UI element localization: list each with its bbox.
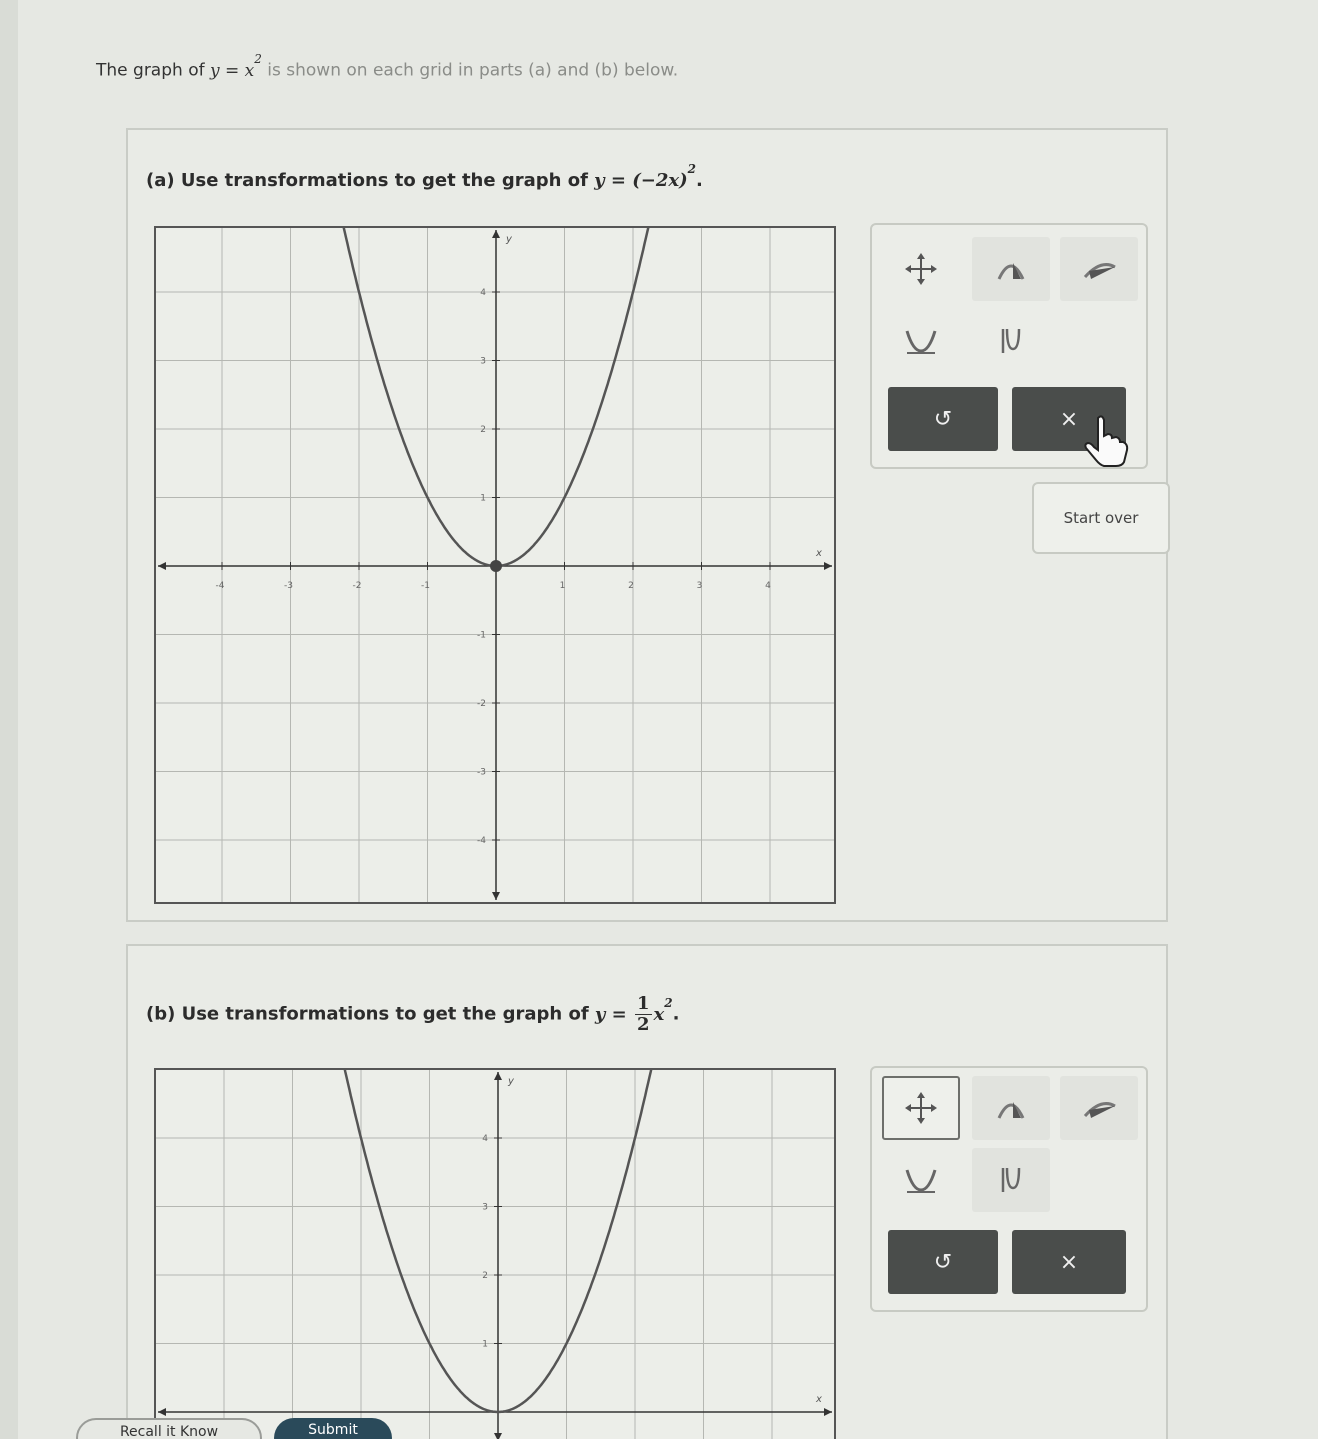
y-tick-label: 2 [482,1271,488,1281]
y-tick-label: 3 [482,1203,488,1213]
part-a-title: (a) Use transformations to get the graph… [146,162,703,191]
stretch-tool[interactable] [882,309,960,373]
x-axis-arrow [824,1408,832,1416]
intro-prefix: The graph of [96,60,210,81]
undo-button[interactable]: ↺ [888,1230,998,1294]
intro-equation: y = x2 [209,52,262,81]
page: The graph of y = x2 is shown on each gri… [18,0,1318,1439]
y-axis-label: y [507,1076,515,1087]
part-b-title: (b) Use transformations to get the graph… [146,993,680,1035]
help-button[interactable]: Recall it Know [76,1418,262,1439]
vertical-stretch-icon [905,1169,937,1193]
y-tick-label: 3 [480,357,486,367]
reflect-y-tool[interactable] [972,1076,1050,1140]
undo-button[interactable]: ↺ [888,387,998,451]
x-axis-arrow [158,562,166,570]
x-tick-label: 1 [560,581,566,591]
part-b-equation: y = 1 2 x2 [594,993,673,1035]
vertical-stretch-icon [905,330,937,354]
x-tick-label: -2 [353,581,362,591]
y-tick-label: 1 [482,1340,488,1350]
x-axis-label: x [815,1394,822,1405]
part-b-panel: (b) Use transformations to get the graph… [126,944,1168,1439]
reflect-vertical-icon [997,263,1025,280]
part-a-panel: (a) Use transformations to get the graph… [126,128,1170,922]
y-tick-label: 4 [480,288,486,298]
y-axis-arrow [492,892,500,900]
x-tick-label: -4 [216,581,225,591]
intro-text: The graph of y = x2 is shown on each gri… [96,52,679,81]
y-axis-arrow [494,1433,502,1439]
x-axis-label: x [815,548,822,559]
move-arrows-icon [905,1092,937,1124]
submit-button[interactable]: Submit [274,1418,392,1439]
part-a-graph[interactable]: -4 -3 -2 -1 1 2 3 4 4 3 2 1 -1 -2 -3 -4 y x [154,226,836,904]
x-tick-label: 4 [765,581,771,591]
reflect-horizontal-icon [1083,1102,1116,1118]
y-axis-arrow [494,1072,502,1080]
close-icon: × [1059,1249,1079,1275]
undo-icon: ↺ [933,1249,953,1275]
y-tick-label: -2 [477,699,486,709]
shrink-tool[interactable] [972,1148,1050,1212]
y-axis-label: y [505,234,513,245]
clear-button[interactable]: × [1012,1230,1126,1294]
x-tick-label: -3 [284,581,293,591]
part-a-graph-canvas[interactable]: -4 -3 -2 -1 1 2 3 4 4 3 2 1 -1 -2 -3 -4 y x [156,228,834,902]
reflect-x-tool[interactable] [1060,237,1138,301]
x-tick-label: 3 [697,581,703,591]
move-tool[interactable] [882,237,960,301]
y-tick-label: 1 [480,494,486,504]
y-tick-label: -3 [477,768,486,778]
move-arrows-icon [905,253,937,285]
y-tick-label: -1 [477,631,486,641]
reflect-vertical-icon [997,1102,1025,1119]
vertical-shrink-icon [1001,328,1021,353]
part-b-graph[interactable]: 4 3 2 1 y x [154,1068,836,1439]
stretch-tool[interactable] [882,1148,960,1212]
part-b-toolbox: ↺ × [870,1066,1148,1312]
y-tick-label: 4 [482,1134,488,1144]
reflect-horizontal-icon [1083,263,1116,279]
y-tick-label: 2 [480,425,486,435]
intro-suffix: is shown on each grid in parts (a) and (… [261,60,679,81]
x-axis-arrow [158,1408,166,1416]
reflect-x-tool[interactable] [1060,1076,1138,1140]
x-axis-arrow [824,562,832,570]
shrink-tool[interactable] [972,309,1050,373]
vertex-point [490,560,502,572]
move-tool[interactable] [882,1076,960,1140]
part-a-equation: y = (−2x)2 [594,162,696,191]
start-over-button[interactable]: Start over [1032,482,1170,554]
undo-icon: ↺ [933,406,953,432]
vertical-shrink-icon [1001,1167,1021,1192]
part-b-graph-canvas[interactable]: 4 3 2 1 y x [156,1070,834,1439]
x-tick-label: -1 [421,581,430,591]
reflect-y-tool[interactable] [972,237,1050,301]
fraction: 12 [635,993,652,1035]
hand-cursor-icon [1084,415,1129,467]
y-axis-arrow [492,230,500,238]
x-tick-label: 2 [628,581,634,591]
y-tick-label: -4 [477,836,486,846]
